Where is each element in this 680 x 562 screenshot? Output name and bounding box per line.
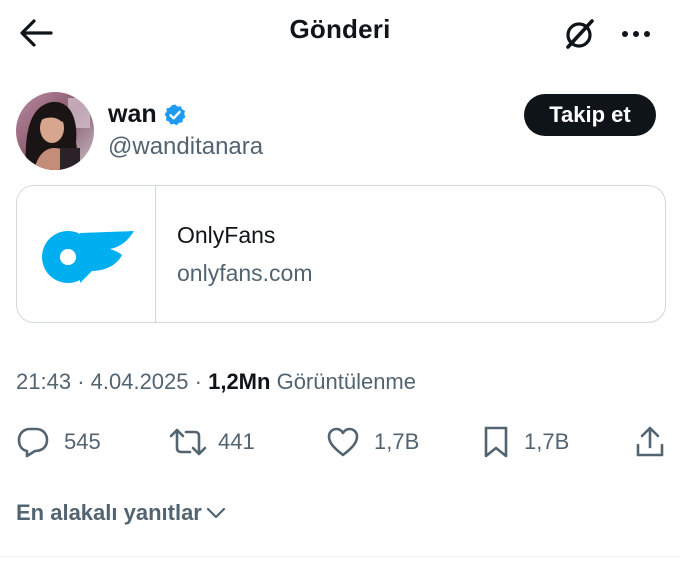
avatar[interactable] xyxy=(16,92,94,170)
reply-icon xyxy=(17,427,49,458)
more-dot-icon xyxy=(633,31,639,37)
grok-button[interactable] xyxy=(560,14,600,54)
chevron-down-icon xyxy=(206,507,225,519)
views-count: 1,2Mn xyxy=(208,369,271,394)
more-options-button[interactable] xyxy=(614,14,658,54)
replies-sort-label: En alakalı yanıtlar xyxy=(16,500,202,525)
top-bar: Gönderi xyxy=(0,0,680,64)
views-label: Görüntülenme xyxy=(276,369,416,394)
repost-count: 441 xyxy=(218,429,255,454)
replies-sort-dropdown[interactable]: En alakalı yanıtlar xyxy=(16,500,226,526)
more-dot-icon xyxy=(622,31,628,37)
onlyfans-logo-icon xyxy=(42,231,134,283)
meta-separator: · xyxy=(194,369,209,394)
card-title: OnlyFans xyxy=(177,222,276,248)
share-icon xyxy=(636,426,664,457)
author-handle[interactable]: @wanditanara xyxy=(108,133,263,161)
bookmark-count: 1,7B xyxy=(524,429,570,454)
verified-badge-icon xyxy=(164,104,186,125)
heart-icon xyxy=(327,427,359,457)
repost-icon xyxy=(169,428,207,456)
avatar-photo xyxy=(16,92,94,170)
grok-icon xyxy=(566,19,594,49)
author-name-row[interactable]: wan xyxy=(108,100,187,129)
like-count: 1,7B xyxy=(374,429,420,454)
card-domain: onlyfans.com xyxy=(177,260,313,286)
like-button[interactable]: 1,7B xyxy=(326,424,419,460)
reply-count: 545 xyxy=(64,429,101,454)
bookmark-button[interactable]: 1,7B xyxy=(482,424,569,460)
bookmark-icon xyxy=(484,426,508,458)
post-time[interactable]: 21:43 xyxy=(16,369,71,394)
author-name: wan xyxy=(108,100,157,128)
reply-button[interactable]: 545 xyxy=(16,424,101,460)
repost-button[interactable]: 441 xyxy=(168,424,255,460)
post-date[interactable]: 4.04.2025 xyxy=(91,369,189,394)
divider xyxy=(0,556,680,557)
follow-button[interactable]: Takip et xyxy=(524,94,656,136)
more-dot-icon xyxy=(644,31,650,37)
share-button[interactable] xyxy=(634,424,666,460)
link-preview-card[interactable]: OnlyFans onlyfans.com xyxy=(16,185,666,323)
meta-separator: · xyxy=(77,369,91,394)
post-meta: 21:43 · 4.04.2025 · 1,2Mn Görüntülenme xyxy=(16,369,416,395)
card-thumbnail xyxy=(17,186,156,322)
